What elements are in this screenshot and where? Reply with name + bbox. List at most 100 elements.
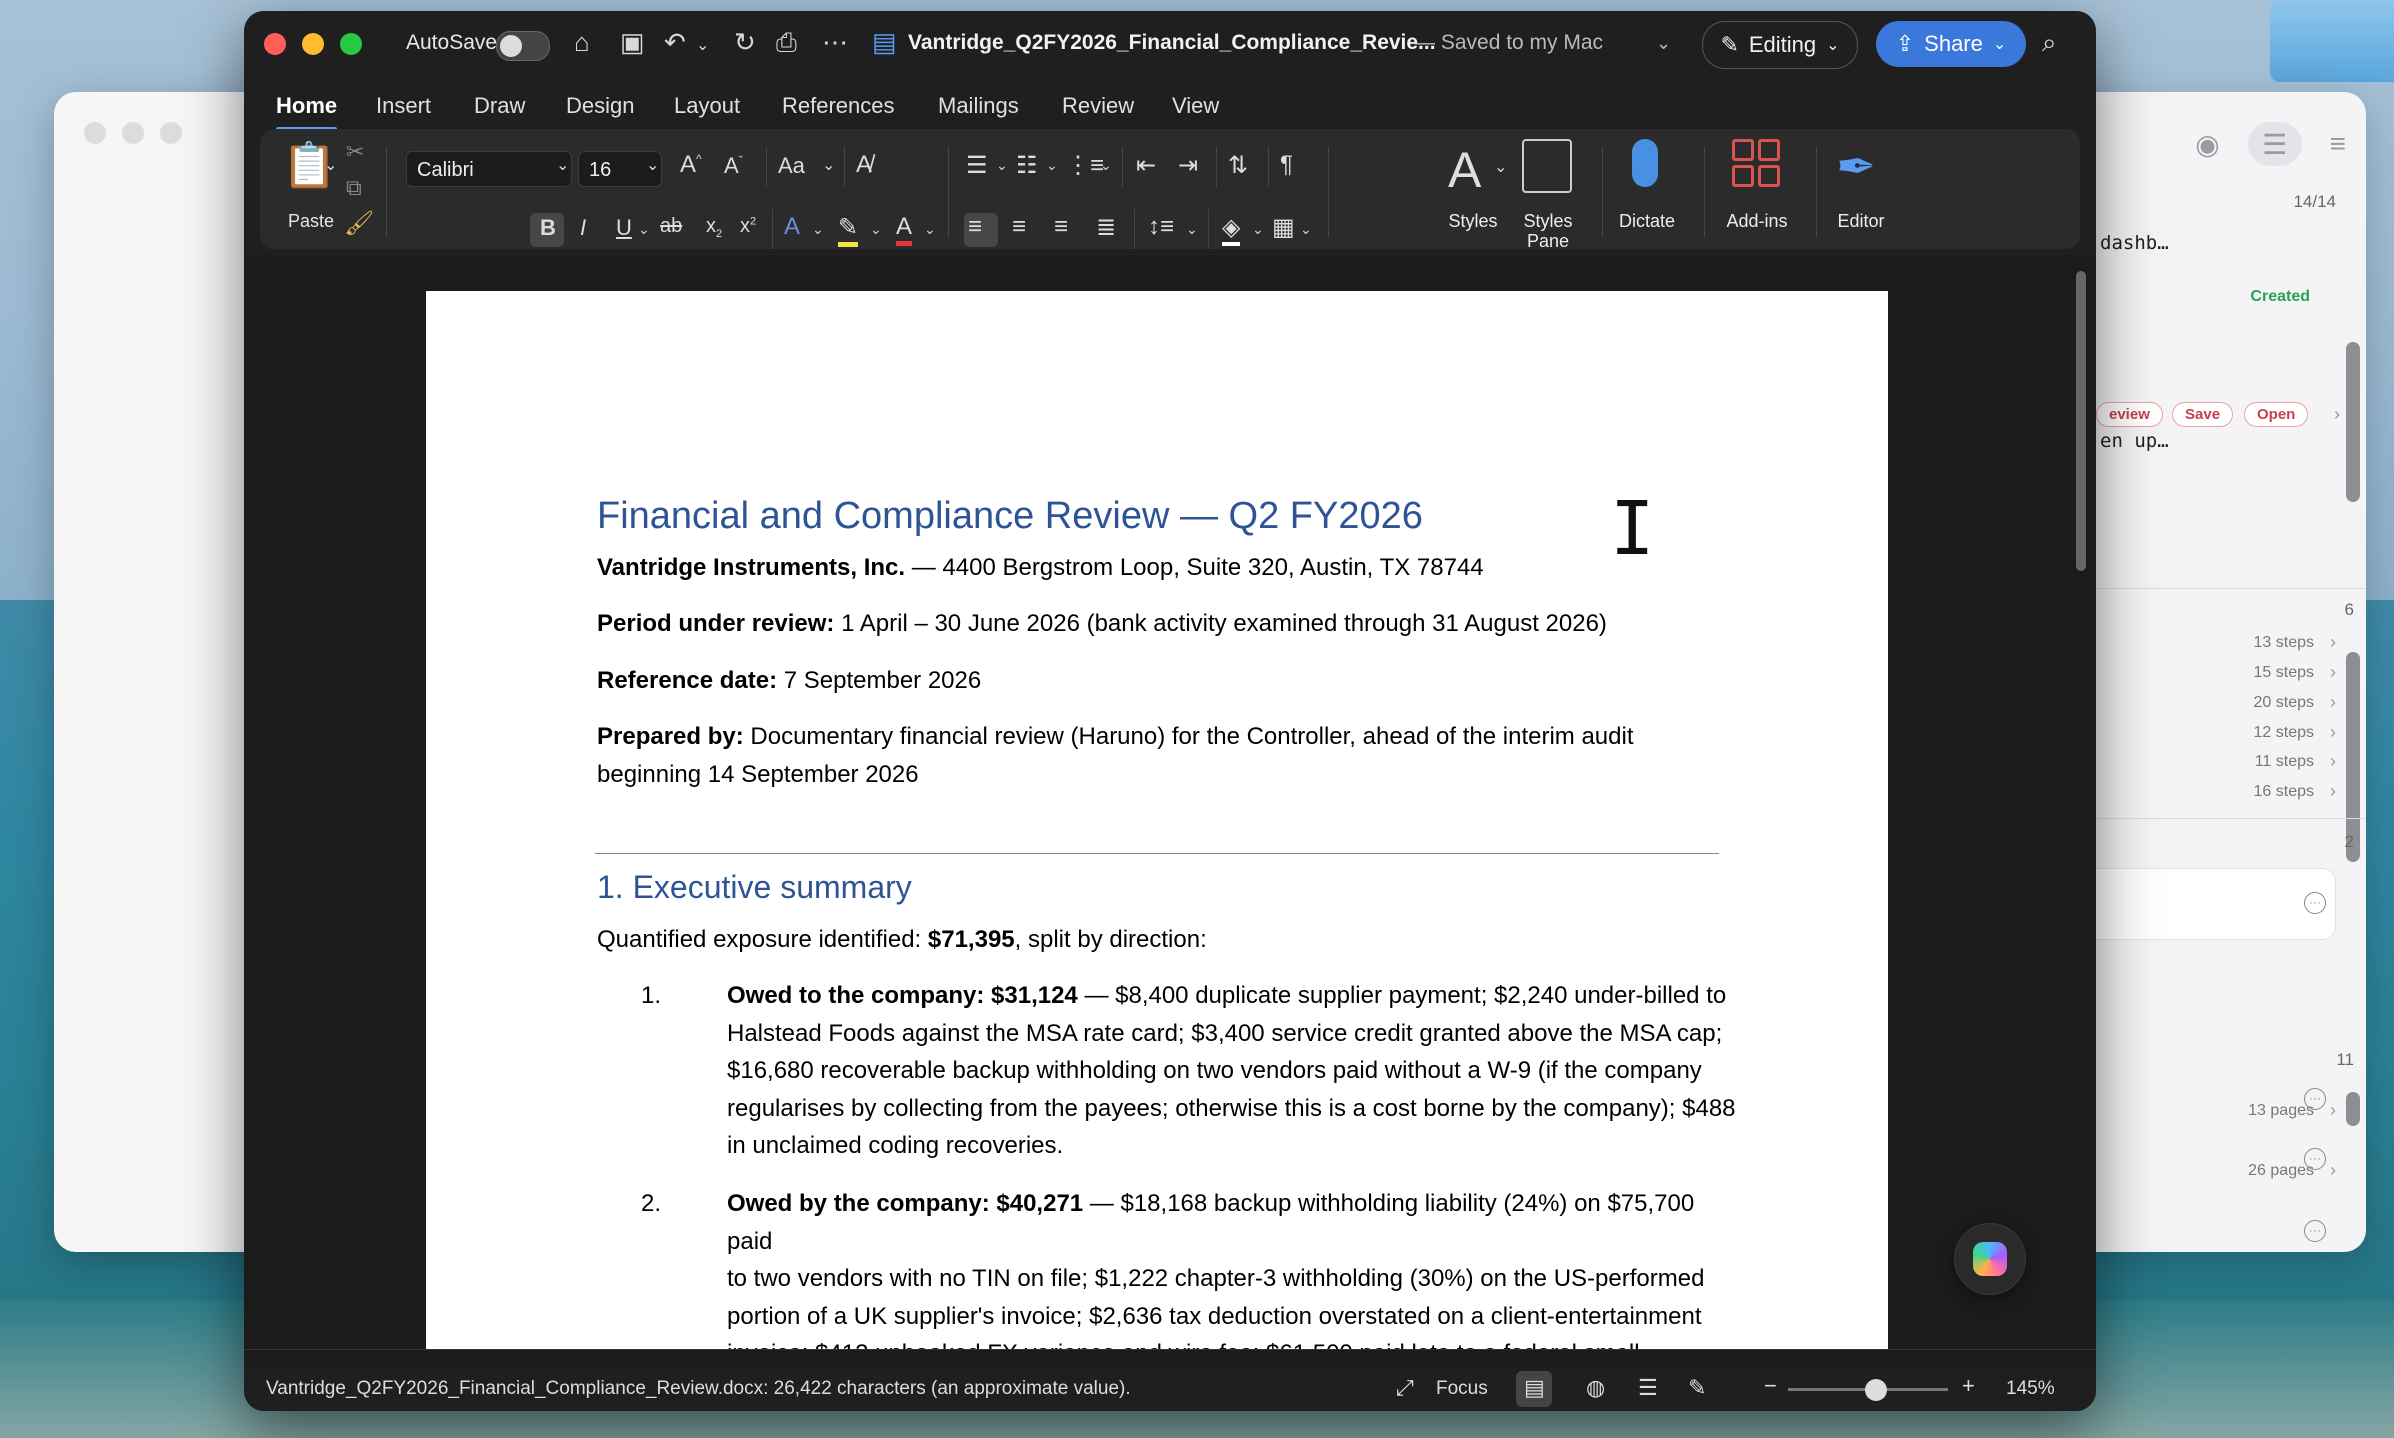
list-item[interactable]: 11 steps — [2255, 753, 2314, 771]
close-window-button[interactable] — [264, 33, 286, 55]
print-layout-icon[interactable]: ▤ — [1524, 1375, 1545, 1401]
document-info[interactable]: Vantridge_Q2FY2026_Financial_Compliance_… — [266, 1378, 1131, 1400]
chevron-down-icon[interactable]: ⌄ — [1046, 157, 1058, 174]
italic-icon[interactable]: I — [580, 215, 586, 241]
list-item[interactable]: 13 steps — [2254, 634, 2314, 652]
copilot-icon[interactable] — [1954, 1223, 2026, 1295]
chevron-right-icon[interactable]: › — [2330, 692, 2336, 713]
format-painter-icon[interactable]: 🖌 — [344, 209, 374, 238]
open-badge[interactable]: Open — [2244, 402, 2309, 427]
eye-icon[interactable]: ◉ — [2195, 128, 2219, 161]
sort-icon[interactable]: ⇅ — [1228, 151, 1248, 180]
list-item[interactable]: 20 steps — [2254, 694, 2314, 712]
styles-pane-icon[interactable] — [1522, 139, 1572, 193]
web-layout-icon[interactable]: ◍ — [1586, 1375, 1605, 1401]
chevron-down-icon[interactable]: ⌄ — [1252, 221, 1264, 238]
undo-icon[interactable]: ↶ — [664, 27, 686, 58]
chevron-right-icon[interactable]: › — [2330, 662, 2336, 683]
document-page[interactable]: Financial and Compliance Review — Q2 FY2… — [426, 291, 1888, 1405]
right-panel-scrollbar[interactable] — [2346, 342, 2360, 502]
chevron-down-icon[interactable]: ⌄ — [996, 157, 1008, 174]
list-item[interactable]: 15 steps — [2254, 664, 2314, 682]
text-effects-icon[interactable]: A — [784, 213, 800, 241]
chevron-right-icon[interactable]: › — [2330, 1100, 2336, 1121]
styles-pane-label[interactable]: Styles — [1510, 211, 1586, 232]
document-title[interactable]: Financial and Compliance Review — Q2 FY2… — [597, 495, 1423, 538]
list-item[interactable]: 12 steps — [2254, 724, 2314, 742]
exposure-line[interactable]: Quantified exposure identified: $71,395,… — [597, 921, 1207, 959]
chevron-right-icon[interactable]: › — [2330, 632, 2336, 653]
print-icon[interactable]: ⎙ — [776, 27, 797, 59]
chevron-down-icon[interactable]: ⌄ — [1656, 33, 1671, 54]
draft-icon[interactable]: ✎ — [1688, 1375, 1706, 1401]
numbering-icon[interactable]: ☷ — [1016, 151, 1038, 180]
chevron-down-icon[interactable]: ⌄ — [1300, 221, 1312, 238]
addins-label[interactable]: Add-ins — [1710, 211, 1804, 232]
styles-icon[interactable]: A — [1448, 141, 1481, 199]
save-status[interactable]: — Saved to my Mac — [1414, 31, 1603, 55]
more-commands-icon[interactable]: ⋯ — [822, 27, 848, 58]
editing-mode-button[interactable]: ✎ Editing ⌄ — [1702, 21, 1858, 69]
subscript-icon[interactable]: x2 — [706, 215, 722, 240]
vertical-scrollbar[interactable] — [2076, 271, 2086, 571]
align-center-icon[interactable]: ≡ — [1012, 213, 1026, 241]
change-case-icon[interactable]: Aa — [778, 153, 805, 179]
focus-label[interactable]: Focus — [1436, 1378, 1488, 1400]
section-heading[interactable]: 1. Executive summary — [597, 869, 912, 906]
list-item[interactable]: 13 pages — [2248, 1102, 2314, 1120]
justify-icon[interactable]: ≣ — [1096, 213, 1116, 242]
grow-font-icon[interactable]: A^ — [680, 151, 702, 179]
show-formatting-icon[interactable]: ¶ — [1280, 151, 1293, 179]
tab-draw[interactable]: Draw — [474, 93, 525, 119]
horizontal-scrollbar[interactable] — [244, 1349, 2096, 1368]
review-badge[interactable]: eview — [2096, 402, 2163, 427]
zoom-out-icon[interactable]: − — [1764, 1373, 1777, 1399]
save-icon[interactable]: ▣ — [620, 27, 645, 58]
autosave-toggle[interactable] — [496, 31, 550, 61]
increase-indent-icon[interactable]: ⇥ — [1178, 151, 1198, 180]
bold-icon[interactable]: B — [540, 215, 556, 241]
microphone-icon[interactable] — [1632, 139, 1658, 187]
zoom-in-icon[interactable]: + — [1962, 1373, 1975, 1399]
zoom-slider[interactable] — [1788, 1379, 1948, 1401]
line-spacing-icon[interactable]: ↕≡ — [1148, 213, 1174, 241]
highlight-icon[interactable]: ✎ — [838, 213, 859, 247]
tab-view[interactable]: View — [1172, 93, 1219, 119]
period-line[interactable]: Period under review: 1 April – 30 June 2… — [597, 605, 1607, 643]
superscript-icon[interactable]: x2 — [740, 215, 756, 238]
minimize-window-button[interactable] — [302, 33, 324, 55]
chevron-right-icon[interactable]: › — [2334, 404, 2340, 425]
more-icon[interactable]: ··· — [2304, 892, 2326, 914]
save-badge[interactable]: Save — [2172, 402, 2234, 427]
list-icon[interactable]: ≡ — [2330, 128, 2346, 160]
chevron-down-icon[interactable]: ⌄ — [1100, 157, 1112, 174]
font-color-icon[interactable]: A — [896, 213, 913, 246]
borders-icon[interactable]: ▦ — [1272, 213, 1295, 242]
dictate-label[interactable]: Dictate — [1606, 211, 1688, 232]
addins-icon[interactable] — [1732, 139, 1780, 187]
copy-icon[interactable]: ⧉ — [346, 175, 362, 201]
tab-mailings[interactable]: Mailings — [938, 93, 1019, 119]
prepared-by-line[interactable]: Prepared by: Documentary financial revie… — [597, 718, 1634, 756]
background-window-right[interactable]: ◉ ☰ ≡ 14/14 dashb… Created eview Save Op… — [2060, 92, 2366, 1252]
tab-design[interactable]: Design — [566, 93, 634, 119]
home-icon[interactable]: ⌂ — [574, 27, 590, 58]
bullets-icon[interactable]: ☰ — [966, 151, 988, 180]
search-icon[interactable]: ⌕ — [2042, 27, 2057, 59]
styles-pane-label-2[interactable]: Pane — [1510, 231, 1586, 252]
desktop-folder-icon[interactable] — [2270, 0, 2394, 82]
undo-dropdown-icon[interactable]: ⌄ — [696, 35, 709, 55]
paste-label[interactable]: Paste — [288, 211, 334, 232]
clear-formatting-icon[interactable]: A̸ — [856, 151, 872, 179]
chevron-down-icon[interactable]: ⌄ — [822, 155, 835, 175]
company-line[interactable]: Vantridge Instruments, Inc. — 4400 Bergs… — [597, 549, 1484, 587]
decrease-indent-icon[interactable]: ⇤ — [1136, 151, 1156, 180]
chevron-right-icon[interactable]: › — [2330, 1160, 2336, 1181]
align-left-icon[interactable]: ≡ — [968, 213, 982, 241]
chevron-right-icon[interactable]: › — [2330, 751, 2336, 772]
styles-label[interactable]: Styles — [1438, 211, 1508, 232]
focus-icon[interactable]: ⤢ — [1396, 1375, 1414, 1401]
chevron-right-icon[interactable]: › — [2330, 722, 2336, 743]
outline-icon[interactable]: ☰ — [1638, 1375, 1658, 1401]
chevron-down-icon[interactable]: ⌄ — [924, 221, 936, 238]
